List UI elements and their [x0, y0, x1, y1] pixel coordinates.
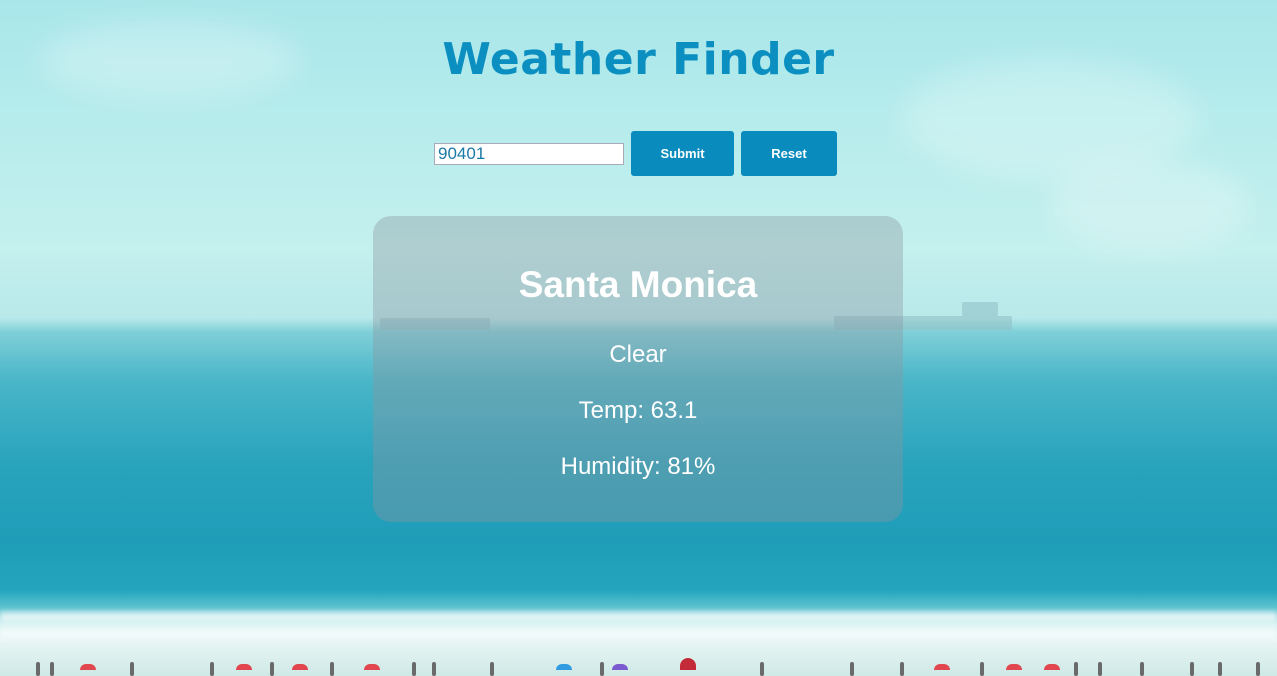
zip-input[interactable]: [434, 142, 624, 165]
wave-foam: [0, 628, 1277, 638]
app-title: Weather Finder: [442, 34, 835, 85]
search-form: Submit Reset: [434, 131, 837, 176]
beach-people: [0, 652, 1277, 676]
weather-condition: Clear: [609, 341, 667, 368]
wave-foam: [0, 612, 1277, 622]
submit-button[interactable]: Submit: [631, 131, 734, 176]
temperature: Temp: 63.1: [578, 397, 698, 424]
city-name: Santa Monica: [518, 264, 758, 305]
ship-silhouette: [962, 302, 998, 316]
reset-button[interactable]: Reset: [741, 131, 837, 176]
weather-card: Santa Monica Clear Temp: 63.1 Humidity: …: [373, 216, 903, 522]
cloud-decoration: [1050, 160, 1250, 250]
humidity: Humidity: 81%: [560, 453, 716, 480]
